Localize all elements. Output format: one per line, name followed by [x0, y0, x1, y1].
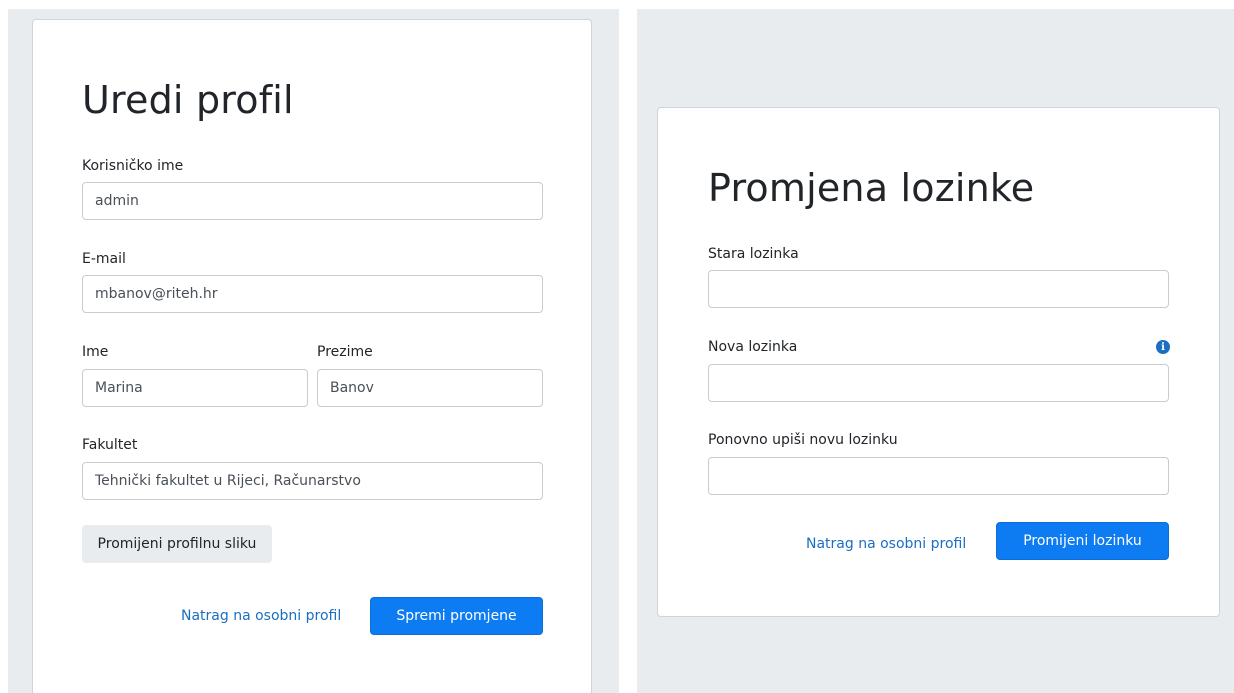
old-password-input[interactable] [708, 270, 1169, 308]
repeat-password-input[interactable] [708, 457, 1169, 495]
old-password-label: Stara lozinka [708, 246, 799, 262]
email-label: E-mail [82, 251, 126, 267]
page-title: Uredi profil [82, 78, 294, 122]
password-back-to-profile-link[interactable]: Natrag na osobni profil [806, 536, 966, 552]
username-label: Korisničko ime [82, 158, 184, 174]
username-input[interactable] [82, 182, 543, 220]
faculty-input[interactable] [82, 462, 543, 500]
last-name-label: Prezime [317, 344, 373, 360]
new-password-label: Nova lozinka [708, 339, 798, 355]
faculty-label: Fakultet [82, 437, 138, 453]
change-password-button[interactable]: Promijeni lozinku [996, 522, 1169, 560]
repeat-password-label: Ponovno upiši novu lozinku [708, 432, 898, 448]
first-name-input[interactable] [82, 369, 308, 407]
first-name-label: Ime [82, 344, 109, 360]
password-page-title: Promjena lozinke [708, 166, 1035, 210]
save-changes-button[interactable]: Spremi promjene [370, 597, 543, 635]
email-input[interactable] [82, 275, 543, 313]
new-password-input[interactable] [708, 364, 1169, 402]
last-name-input[interactable] [317, 369, 543, 407]
edit-profile-card: Uredi profil Korisničko ime E-mail Ime P… [32, 19, 592, 693]
info-icon[interactable]: i [1156, 340, 1170, 354]
change-profile-picture-button[interactable]: Promijeni profilnu sliku [82, 525, 272, 563]
change-password-card: Promjena lozinke Stara lozinka Nova lozi… [657, 107, 1220, 617]
back-to-profile-link[interactable]: Natrag na osobni profil [181, 608, 341, 624]
